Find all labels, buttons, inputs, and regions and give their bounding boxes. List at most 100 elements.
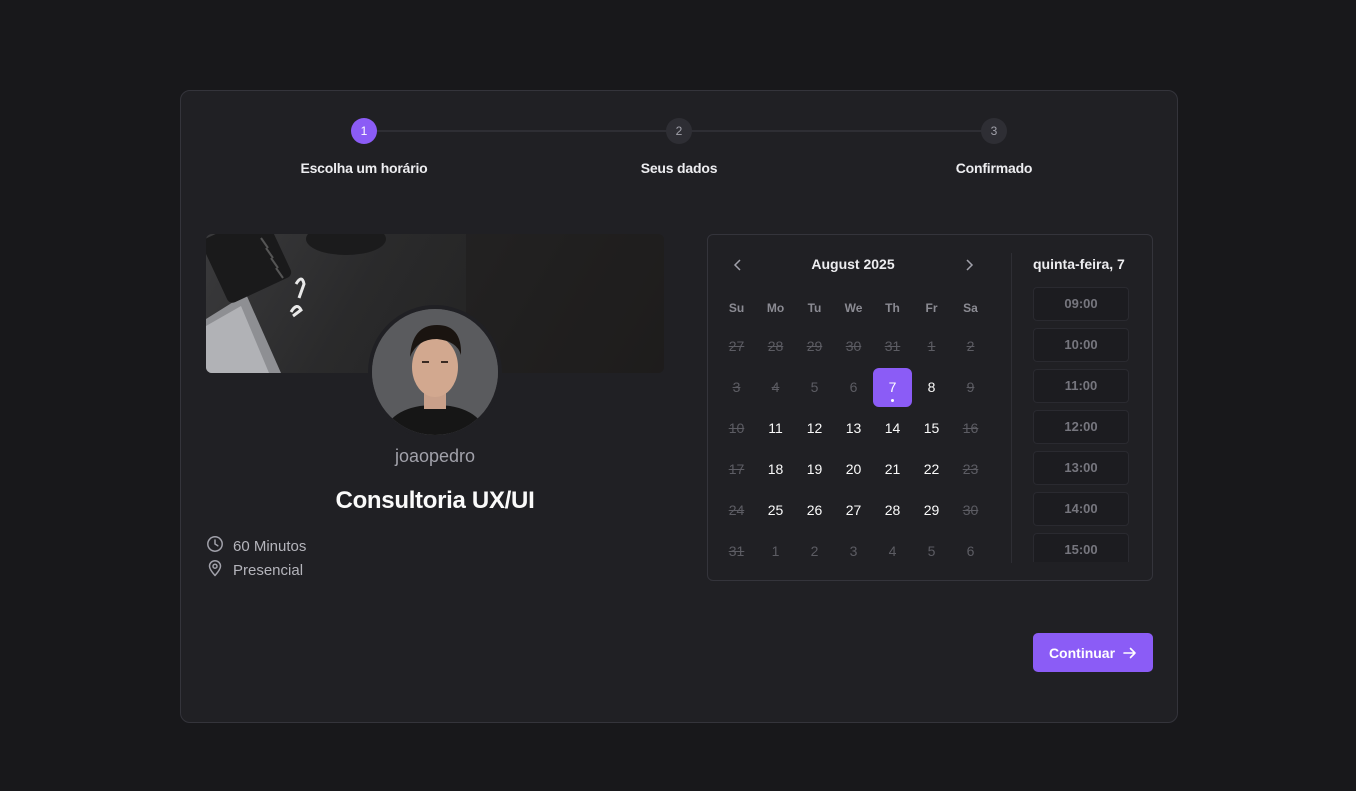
- calendar-day-number: 31: [884, 338, 901, 354]
- time-slot-button[interactable]: 12:00: [1033, 410, 1129, 444]
- calendar-day: 29: [795, 327, 834, 366]
- calendar-day[interactable]: 28: [873, 491, 912, 530]
- duration-row: 60 Minutos: [206, 535, 306, 557]
- calendar-day: 1: [912, 327, 951, 366]
- duration-text: 60 Minutos: [233, 537, 307, 555]
- calendar-day-number: 6: [966, 543, 975, 559]
- calendar-day: 9: [951, 368, 990, 407]
- calendar-day-number: 31: [728, 543, 745, 559]
- time-slot-button[interactable]: 10:00: [1033, 328, 1129, 362]
- calendar-day-number: 30: [962, 502, 979, 518]
- weekday-header: Su: [728, 301, 745, 315]
- calendar-day-number: 21: [884, 461, 901, 477]
- time-slot-button[interactable]: 11:00: [1033, 369, 1129, 403]
- calendar-day: 6: [834, 368, 873, 407]
- step-3-circle: 3: [981, 118, 1007, 144]
- calendar-day: 17: [717, 450, 756, 489]
- time-slot-button[interactable]: 14:00: [1033, 492, 1129, 526]
- selected-date-label: quinta-feira, 7: [1033, 256, 1125, 272]
- calendar-day-number: 4: [888, 543, 897, 559]
- weekday-header: Tu: [807, 301, 822, 315]
- calendar-day[interactable]: 20: [834, 450, 873, 489]
- weekday-header: Mo: [766, 301, 785, 315]
- calendar-day[interactable]: 11: [756, 409, 795, 448]
- next-month-button[interactable]: [957, 255, 981, 275]
- calendar-day[interactable]: 25: [756, 491, 795, 530]
- calendar-day-number: 10: [728, 420, 745, 436]
- calendar-day-number: 5: [810, 379, 819, 395]
- calendar-day[interactable]: 13: [834, 409, 873, 448]
- calendar-day-number: 14: [884, 420, 901, 436]
- prev-month-button[interactable]: [726, 255, 750, 275]
- weekday-header: Th: [885, 301, 900, 315]
- time-slot-button[interactable]: 13:00: [1033, 451, 1129, 485]
- calendar-day[interactable]: 15: [912, 409, 951, 448]
- calendar-day-number: 18: [767, 461, 784, 477]
- calendar-day[interactable]: 22: [912, 450, 951, 489]
- calendar-day-number: 11: [768, 420, 783, 436]
- step-1-label: Escolha um horário: [300, 160, 428, 176]
- panel-divider: [1011, 253, 1012, 563]
- username: joaopedro: [394, 446, 476, 466]
- calendar-day[interactable]: 12: [795, 409, 834, 448]
- calendar-day: 3: [834, 532, 873, 571]
- time-slot-list: 09:00 10:00 11:00 12:00 13:00 14:00 15:00: [1033, 287, 1131, 562]
- step-3: 3 Confirmado: [914, 118, 1074, 176]
- calendar-day[interactable]: 29: [912, 491, 951, 530]
- weekday-header: We: [844, 301, 863, 315]
- calendar-day[interactable]: 14: [873, 409, 912, 448]
- chevron-left-icon: [733, 259, 741, 271]
- step-3-label: Confirmado: [955, 160, 1033, 176]
- step-2-label: Seus dados: [640, 160, 718, 176]
- calendar-day-number: 16: [962, 420, 979, 436]
- calendar-day-number: 2: [810, 543, 819, 559]
- calendar-day-selected[interactable]: 7: [873, 368, 912, 407]
- calendar-day: 5: [795, 368, 834, 407]
- calendar-day-number: 17: [728, 461, 745, 477]
- calendar-day-number: 28: [884, 502, 901, 518]
- calendar-day-number: 13: [845, 420, 862, 436]
- calendar-day: 3: [717, 368, 756, 407]
- time-slot-button[interactable]: 09:00: [1033, 287, 1129, 321]
- calendar-day-number: 1: [927, 338, 936, 354]
- calendar-day: 1: [756, 532, 795, 571]
- calendar-day-number: 28: [767, 338, 784, 354]
- location-text: Presencial: [233, 561, 304, 579]
- calendar-day-number: 7: [888, 379, 897, 395]
- calendar-day[interactable]: 26: [795, 491, 834, 530]
- calendar-day-number: 27: [845, 502, 862, 518]
- step-1: 1 Escolha um horário: [284, 118, 444, 176]
- today-dot: [891, 399, 894, 402]
- calendar-day: 4: [873, 532, 912, 571]
- calendar-day-number: 20: [845, 461, 862, 477]
- calendar-day: 31: [873, 327, 912, 366]
- calendar-day-number: 15: [923, 420, 940, 436]
- calendar-day-number: 27: [728, 338, 745, 354]
- calendar-day[interactable]: 18: [756, 450, 795, 489]
- calendar-day-number: 29: [923, 502, 940, 518]
- calendar-day-number: 30: [845, 338, 862, 354]
- continue-label: Continuar: [1048, 644, 1116, 661]
- time-slot-button[interactable]: 15:00: [1033, 533, 1129, 562]
- calendar-day: 10: [717, 409, 756, 448]
- booking-card: 1 Escolha um horário 2 Seus dados 3 Conf…: [180, 90, 1178, 723]
- calendar-day-number: 2: [966, 338, 975, 354]
- calendar-day-number: 4: [771, 379, 780, 395]
- calendar-day-number: 3: [849, 543, 858, 559]
- calendar-day: 30: [834, 327, 873, 366]
- map-pin-icon: [206, 559, 224, 581]
- chevron-right-icon: [966, 259, 974, 271]
- avatar: [368, 305, 502, 439]
- calendar-day: 24: [717, 491, 756, 530]
- calendar-day[interactable]: 8: [912, 368, 951, 407]
- scheduler-panel: August 2025 Su Mo Tu We Th Fr Sa 27 28 29 30 31 1 2 3…: [707, 234, 1153, 581]
- calendar-day[interactable]: 27: [834, 491, 873, 530]
- calendar-day: 2: [795, 532, 834, 571]
- calendar-day[interactable]: 19: [795, 450, 834, 489]
- calendar-day-number: 26: [806, 502, 823, 518]
- calendar-day: 2: [951, 327, 990, 366]
- calendar-day-number: 6: [849, 379, 858, 395]
- calendar-day[interactable]: 21: [873, 450, 912, 489]
- service-title: Consultoria UX/UI: [335, 487, 535, 514]
- continue-button[interactable]: Continuar: [1033, 633, 1153, 672]
